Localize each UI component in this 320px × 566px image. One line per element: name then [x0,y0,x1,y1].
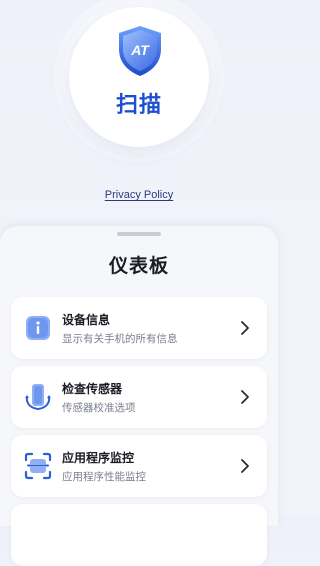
chevron-right-icon [241,390,249,404]
shield-icon: AT [119,26,161,76]
scan-button[interactable]: AT 扫描 [69,7,209,147]
dashboard-item-device-info[interactable]: 设备信息 显示有关手机的所有信息 [11,297,267,359]
sheet-drag-handle[interactable] [117,232,161,236]
dashboard-item-subtitle: 传感器校准选项 [62,402,136,414]
dashboard-item-subtitle: 应用程序性能监控 [62,471,146,483]
app-monitor-icon [24,452,52,480]
dashboard-title: 仪表板 [108,255,169,277]
dashboard-item-app-monitor[interactable]: 应用程序监控 应用程序性能监控 [11,435,267,497]
chevron-right-icon [241,321,249,335]
dashboard-item-check-sensors[interactable]: 检查传感器 传感器校准选项 [11,366,267,428]
scan-label: 扫描 [115,93,162,118]
dashboard-item-subtitle: 显示有关手机的所有信息 [62,333,178,345]
dashboard-item-title: 应用程序监控 [62,451,135,465]
privacy-policy-link[interactable]: Privacy Policy [0,189,278,201]
shield-text: AT [130,42,150,58]
chevron-right-icon [241,459,249,473]
scan-area: AT 扫描 Privacy Policy [0,0,278,230]
sensor-icon [25,384,51,410]
dashboard-sheet: 仪表板 设备信息 显示有关手机的所有信息 检查传感器 传感器校准选项 应用程序监… [0,226,278,566]
info-icon [26,316,50,340]
dashboard-item-partial[interactable] [11,504,267,566]
dashboard-item-title: 检查传感器 [62,382,123,396]
dashboard-item-title: 设备信息 [62,313,111,327]
